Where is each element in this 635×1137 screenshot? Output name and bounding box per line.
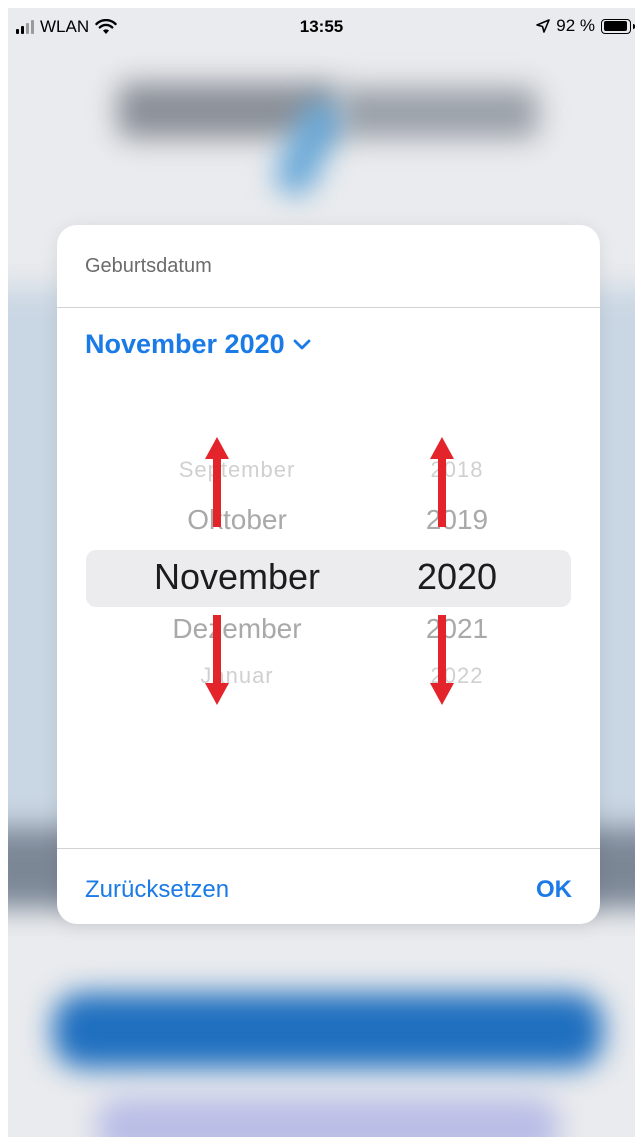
month-option[interactable]: Dezember [117,613,357,645]
screen: WLAN 13:55 92 % Geburtsdatum November 20… [8,8,635,1137]
status-right: 92 % [536,16,635,36]
year-option[interactable]: 2022 [387,663,527,689]
arrow-up-icon [430,437,454,527]
arrow-down-icon [430,615,454,705]
title-divider [57,307,600,308]
month-option[interactable]: September [117,457,357,483]
month-year-toggle[interactable]: November 2020 [85,329,311,360]
date-picker-dialog: Geburtsdatum November 2020 September Okt… [57,225,600,924]
month-option[interactable]: Oktober [117,504,357,536]
month-option-selected[interactable]: November [117,556,357,598]
month-year-label: November 2020 [85,329,285,359]
battery-level [603,21,627,31]
background-logo-text [338,88,538,138]
status-bar: WLAN 13:55 92 % [8,8,635,44]
arrow-up-icon [205,437,229,527]
year-option[interactable]: 2019 [387,504,527,536]
background-primary-button [53,993,603,1068]
arrow-down-icon [205,615,229,705]
location-icon [536,19,551,33]
footer-divider [57,848,600,849]
chevron-down-icon [293,339,311,349]
year-option-selected[interactable]: 2020 [387,556,527,598]
ok-button[interactable]: OK [536,876,572,904]
month-option[interactable]: Januar [117,663,357,689]
year-option[interactable]: 2018 [387,457,527,483]
dialog-title: Geburtsdatum [85,255,212,277]
battery-percent: 92 % [556,16,595,35]
background-secondary-button [98,1098,558,1137]
reset-button[interactable]: Zurücksetzen [85,876,229,904]
year-option[interactable]: 2021 [387,613,527,645]
battery-icon [601,18,635,34]
